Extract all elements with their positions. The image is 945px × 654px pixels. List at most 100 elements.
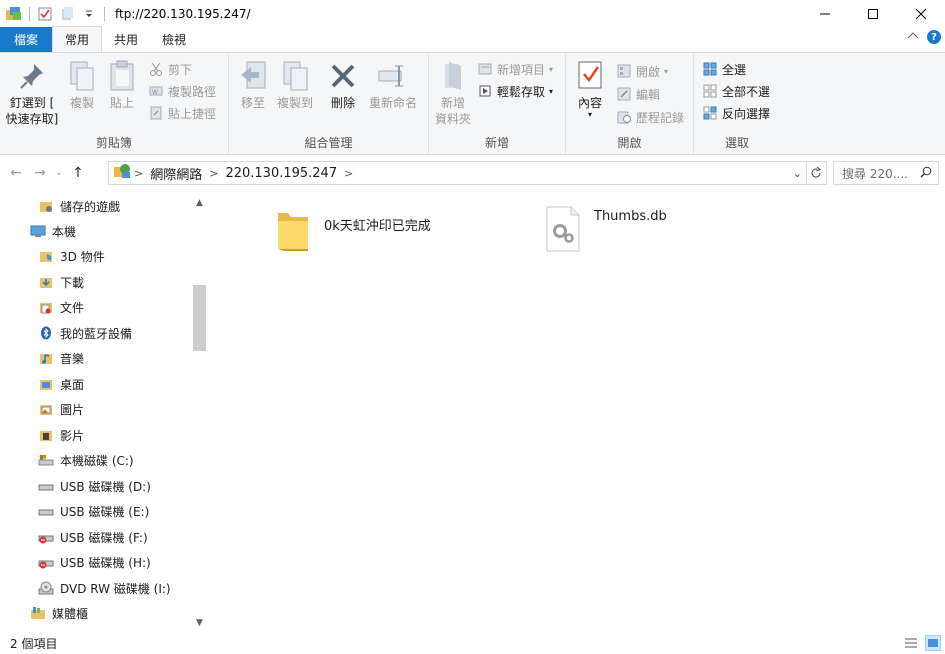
history-icon <box>616 109 632 125</box>
open-button[interactable]: 開啟 ▾ <box>616 61 668 81</box>
copy-path-label: 複製路徑 <box>168 84 217 99</box>
nav-item-label: 音樂 <box>60 351 85 366</box>
new-item-button[interactable]: 新增項目 ▾ <box>477 59 553 79</box>
cut-button[interactable]: 剪下 <box>148 59 192 79</box>
scissors-icon <box>148 61 164 77</box>
nav-item-local-disk-c[interactable]: 本機磁碟 (C:) <box>38 448 134 472</box>
explorer-app-icon[interactable] <box>3 2 25 26</box>
easy-access-button[interactable]: 輕鬆存取 ▾ <box>477 81 553 101</box>
nav-item-libraries[interactable]: 媒體櫃 <box>30 601 88 625</box>
up-button[interactable]: ↑ <box>66 161 90 185</box>
easy-access-icon <box>477 83 493 99</box>
address-bar[interactable]: > 網際網路 > 220.130.195.247 > ⌄ <box>108 161 807 185</box>
copy-path-button[interactable]: W 複製路徑 <box>148 81 216 101</box>
select-all-button[interactable]: 全選 <box>702 59 746 79</box>
details-view-icon[interactable] <box>903 635 919 651</box>
collapse-ribbon-icon[interactable] <box>907 30 919 44</box>
nav-item-usb-f[interactable]: USB 磁碟機 (F:) <box>38 525 148 549</box>
file-list: 0k天虹沖印已完成 Thumbs.db <box>212 193 945 633</box>
nav-item-label: 圖片 <box>60 402 85 417</box>
large-icons-view-icon[interactable] <box>925 635 941 651</box>
nav-item-label: DVD RW 磁碟機 (I:) <box>60 581 171 596</box>
file-item-thumbs-db[interactable]: Thumbs.db <box>544 205 667 253</box>
history-button[interactable]: 歷程記錄 <box>616 107 684 127</box>
qat-dropdown-icon[interactable] <box>78 2 100 26</box>
paste-shortcut-button[interactable]: 貼上捷徑 <box>148 103 216 123</box>
move-to-button[interactable]: 移至 <box>237 59 269 111</box>
tab-share[interactable]: 共用 <box>102 27 150 52</box>
minimize-button[interactable] <box>801 0 849 27</box>
help-icon[interactable]: ? <box>927 30 941 44</box>
scrollbar-thumb[interactable] <box>193 285 206 351</box>
new-folder-icon <box>437 59 469 93</box>
file-item-folder[interactable]: 0k天虹沖印已完成 <box>274 207 431 255</box>
nav-item-usb-h[interactable]: USB 磁碟機 (H:) <box>38 550 151 574</box>
paste-shortcut-label: 貼上捷徑 <box>168 106 217 121</box>
properties-icon[interactable] <box>34 2 56 26</box>
nav-item-label: USB 磁碟機 (E:) <box>60 504 150 519</box>
nav-pane-scrollbar[interactable]: ▲ ▼ <box>191 193 208 633</box>
select-none-icon <box>702 83 718 99</box>
recent-locations-button[interactable]: ⌄ <box>52 161 66 185</box>
select-none-button[interactable]: 全部不選 <box>702 81 770 101</box>
paste-shortcut-icon <box>148 105 164 121</box>
edit-button[interactable]: 編輯 <box>616 84 660 104</box>
forward-button[interactable]: → <box>28 161 52 185</box>
breadcrumb-internet[interactable]: 網際網路 <box>146 164 206 183</box>
videos-icon <box>38 427 54 443</box>
nav-item-label: 我的藍牙設備 <box>60 326 133 341</box>
tab-file[interactable]: 檔案 <box>0 27 53 52</box>
nav-item-3d-objects[interactable]: 3D 物件 <box>38 244 105 268</box>
nav-item-music[interactable]: 音樂 <box>38 346 84 370</box>
quick-access-toolbar <box>0 0 109 27</box>
nav-item-this-pc[interactable]: 本機 <box>30 219 76 243</box>
rename-icon <box>377 59 409 93</box>
breadcrumb-host[interactable]: 220.130.195.247 <box>221 166 341 181</box>
properties-dropdown-icon: ▾ <box>587 110 592 119</box>
open-label: 開啟 <box>636 64 661 79</box>
scroll-down-icon[interactable]: ▼ <box>191 614 208 631</box>
back-button[interactable]: ← <box>4 161 28 185</box>
nav-item-pictures[interactable]: 圖片 <box>38 397 84 421</box>
nav-item-bluetooth[interactable]: 我的藍牙設備 <box>38 321 132 345</box>
item-count: 2 個項目 <box>10 637 58 651</box>
maximize-button[interactable] <box>849 0 897 27</box>
tab-home[interactable]: 常用 <box>52 26 103 52</box>
copy-button[interactable]: 複製 <box>64 59 100 111</box>
file-name: Thumbs.db <box>594 209 667 224</box>
nav-item-desktop[interactable]: 桌面 <box>38 372 84 396</box>
nav-item-downloads[interactable]: 下載 <box>38 270 84 294</box>
new-group: 新增 資料夾 新增項目 ▾ 輕鬆存取 ▾ 新增 <box>429 53 566 154</box>
nav-item-usb-e[interactable]: USB 磁碟機 (E:) <box>38 499 149 523</box>
history-label: 歷程記錄 <box>636 110 685 125</box>
this-pc-icon <box>30 223 46 239</box>
search-input[interactable]: 搜尋 220.... <box>842 165 908 182</box>
nav-item-videos[interactable]: 影片 <box>38 423 84 447</box>
copy-to-button[interactable]: 複製到 <box>273 59 317 111</box>
new-item-dropdown-icon: ▾ <box>549 64 554 74</box>
tab-view[interactable]: 檢視 <box>150 27 198 52</box>
search-box[interactable]: 搜尋 220.... <box>833 161 939 185</box>
scroll-up-icon[interactable]: ▲ <box>191 194 208 211</box>
pin-to-quick-access-button[interactable]: 釘選到 [ 快速存取] <box>2 59 62 127</box>
new-folder-icon[interactable] <box>56 2 78 26</box>
nav-item-label: 儲存的遊戲 <box>60 199 121 214</box>
pin-label-1: 釘選到 [ <box>9 96 55 110</box>
nav-item-documents[interactable]: 文件 <box>38 295 84 319</box>
nav-item-dvd-i[interactable]: DVD RW 磁碟機 (I:) <box>38 576 171 600</box>
status-bar: 2 個項目 <box>0 633 945 654</box>
invert-selection-button[interactable]: 反向選擇 <box>702 103 770 123</box>
close-button[interactable] <box>897 0 945 27</box>
copy-to-label: 複製到 <box>276 96 313 110</box>
organize-group: 移至 複製到 刪除 重新命名 組合管理 <box>229 53 429 154</box>
rename-button[interactable]: 重新命名 <box>365 59 421 111</box>
nav-item-saved-games[interactable]: 儲存的遊戲 <box>38 194 120 218</box>
address-dropdown-icon[interactable]: ⌄ <box>793 167 802 180</box>
paste-icon <box>106 59 138 93</box>
refresh-button[interactable] <box>806 161 827 185</box>
nav-item-usb-d[interactable]: USB 磁碟機 (D:) <box>38 474 151 498</box>
properties-button[interactable]: 內容 ▾ <box>572 59 608 119</box>
paste-button[interactable]: 貼上 <box>104 59 140 111</box>
new-folder-button[interactable]: 新增 資料夾 <box>433 59 473 127</box>
delete-button[interactable]: 刪除 <box>327 59 359 111</box>
